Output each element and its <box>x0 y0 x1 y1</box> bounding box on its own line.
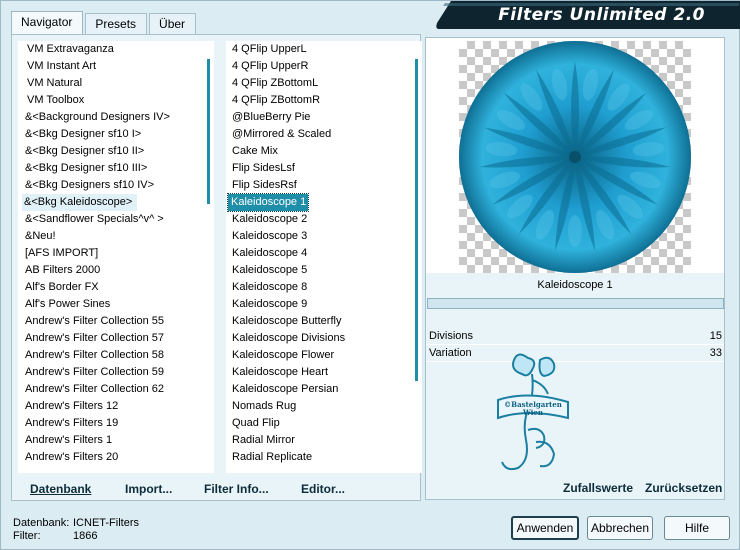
list-item[interactable]: Kaleidoscope Butterfly <box>226 313 418 330</box>
list-item[interactable]: &Neu! <box>18 228 210 245</box>
list-item[interactable]: VM Toolbox <box>18 92 210 109</box>
database-label: Datenbank <box>30 482 92 496</box>
editor-button[interactable]: Editor... <box>301 482 345 496</box>
list-item[interactable]: Andrew's Filters 20 <box>18 449 210 466</box>
kaleidoscope-preview-image <box>459 41 691 273</box>
list-item[interactable]: Kaleidoscope 4 <box>226 245 418 262</box>
param-label: Variation <box>429 347 472 359</box>
preview-area <box>426 38 724 273</box>
tab-presets[interactable]: Presets <box>85 13 148 34</box>
list-item[interactable]: Kaleidoscope 2 <box>226 211 418 228</box>
app-title: Filters Unlimited 2.0 <box>498 5 705 25</box>
list-item[interactable]: Andrew's Filters 19 <box>18 415 210 432</box>
list-item[interactable]: Andrew's Filter Collection 62 <box>18 381 210 398</box>
list-item[interactable]: Nomads Rug <box>226 398 418 415</box>
list-item[interactable]: Quad Flip <box>226 415 418 432</box>
tab-navigator[interactable]: Navigator <box>11 11 84 34</box>
list-item[interactable]: Andrew's Filter Collection 59 <box>18 364 210 381</box>
list-item[interactable]: Cake Mix <box>226 143 418 160</box>
list-item[interactable]: Kaleidoscope Persian <box>226 381 418 398</box>
preview-panel: Kaleidoscope 1 Divisions 15 Variation 33 <box>425 37 725 500</box>
preview-actions: Zufallswerte Zurücksetzen <box>426 479 724 499</box>
list-item[interactable]: VM Natural <box>18 75 210 92</box>
list-item[interactable]: Andrew's Filter Collection 55 <box>18 313 210 330</box>
database-value: ICNET-Filters <box>73 517 139 529</box>
list-item[interactable]: Kaleidoscope Flower <box>226 347 418 364</box>
navigator-panel: VM Extravaganza VM Instant Art VM Natura… <box>11 34 422 501</box>
list-item[interactable]: Andrew's Filters 12 <box>18 398 210 415</box>
filter-info-button[interactable]: Filter Info... <box>204 482 269 496</box>
list-item[interactable]: Alf's Power Sines <box>18 296 210 313</box>
list-item[interactable]: &<Sandflower Specials^v^ > <box>18 211 210 228</box>
list-item[interactable]: Kaleidoscope 9 <box>226 296 418 313</box>
current-filter-name: Kaleidoscope 1 <box>426 275 724 295</box>
list-item[interactable]: &<Bkg Designers sf10 IV> <box>18 177 210 194</box>
category-list[interactable]: VM Extravaganza VM Instant Art VM Natura… <box>18 41 210 473</box>
list-item[interactable]: @Mirrored & Scaled <box>226 126 418 143</box>
tab-about[interactable]: Über <box>149 13 197 34</box>
status-info: Datenbank: ICNET-Filters Filter: 1866 <box>13 517 139 543</box>
list-item[interactable]: VM Extravaganza <box>18 41 210 58</box>
apply-button[interactable]: Anwenden <box>511 516 579 540</box>
filter-count-value: 1866 <box>73 530 98 542</box>
selected-category[interactable]: &<Bkg Kaleidoscope> <box>22 194 137 211</box>
list-item[interactable]: &<Bkg Designer sf10 III> <box>18 160 210 177</box>
reset-button[interactable]: Zurücksetzen <box>645 481 722 495</box>
list-item[interactable]: [AFS IMPORT] <box>18 245 210 262</box>
list-item[interactable]: @BlueBerry Pie <box>226 109 418 126</box>
list-item[interactable]: Andrew's Filter Collection 57 <box>18 330 210 347</box>
list-item[interactable]: Flip SidesLsf <box>226 160 418 177</box>
database-label: Datenbank: <box>13 517 70 529</box>
param-label: Divisions <box>429 330 474 342</box>
list-item[interactable]: VM Instant Art <box>18 58 210 75</box>
list-item[interactable]: 4 QFlip UpperL <box>226 41 418 58</box>
scrollbar-thumb[interactable] <box>415 59 418 381</box>
param-value: 33 <box>709 347 722 359</box>
list-item[interactable]: Kaleidoscope Divisions <box>226 330 418 347</box>
watermark-logo: ©Bastelgarten Wien <box>497 353 569 471</box>
list-item[interactable]: Alf's Border FX <box>18 279 210 296</box>
selected-filter[interactable]: Kaleidoscope 1 <box>227 193 309 212</box>
filter-count-label: Filter: <box>13 530 41 542</box>
param-value: 15 <box>709 330 722 342</box>
list-item[interactable]: Kaleidoscope Heart <box>226 364 418 381</box>
list-item[interactable]: &<Bkg Designer sf10 I> <box>18 126 210 143</box>
list-item[interactable]: Kaleidoscope 8 <box>226 279 418 296</box>
list-item[interactable]: Kaleidoscope 3 <box>226 228 418 245</box>
database-button[interactable]: Datenbank <box>30 482 91 496</box>
random-values-button[interactable]: Zufallswerte <box>563 481 633 495</box>
list-item[interactable]: Kaleidoscope 5 <box>226 262 418 279</box>
list-item[interactable]: 4 QFlip UpperR <box>226 58 418 75</box>
svg-text:Wien: Wien <box>522 408 543 417</box>
navigator-actions: Datenbank Import... Filter Info... Edito… <box>12 475 420 500</box>
list-item[interactable]: 4 QFlip ZBottomL <box>226 75 418 92</box>
list-item[interactable]: Andrew's Filter Collection 58 <box>18 347 210 364</box>
list-item[interactable]: Andrew's Filters 1 <box>18 432 210 449</box>
transparency-checkerboard <box>459 41 691 273</box>
list-item[interactable]: &<Background Designers IV> <box>18 109 210 126</box>
filters-unlimited-window: Filters Unlimited 2.0 Navigator Presets … <box>0 0 740 550</box>
title-banner: Filters Unlimited 2.0 <box>431 1 740 31</box>
list-item[interactable]: Radial Replicate <box>226 449 418 466</box>
filter-scrollbar[interactable] <box>412 41 422 473</box>
list-item[interactable]: &<Bkg Designer sf10 II> <box>18 143 210 160</box>
param-divisions[interactable]: Divisions 15 <box>426 328 724 345</box>
scrollbar-thumb[interactable] <box>207 59 210 204</box>
list-item[interactable]: 4 QFlip ZBottomR <box>226 92 418 109</box>
list-item[interactable]: Radial Mirror <box>226 432 418 449</box>
tab-bar: Navigator Presets Über <box>11 11 198 35</box>
category-scrollbar[interactable] <box>204 41 214 473</box>
filter-list[interactable]: 4 QFlip UpperL 4 QFlip UpperR 4 QFlip ZB… <box>226 41 418 473</box>
list-item[interactable]: Flip SidesRsf <box>226 177 418 194</box>
import-button[interactable]: Import... <box>125 482 172 496</box>
cancel-button[interactable]: Abbrechen <box>587 516 653 540</box>
list-item[interactable]: AB Filters 2000 <box>18 262 210 279</box>
progress-bar <box>427 298 724 309</box>
help-button[interactable]: Hilfe <box>664 516 730 540</box>
